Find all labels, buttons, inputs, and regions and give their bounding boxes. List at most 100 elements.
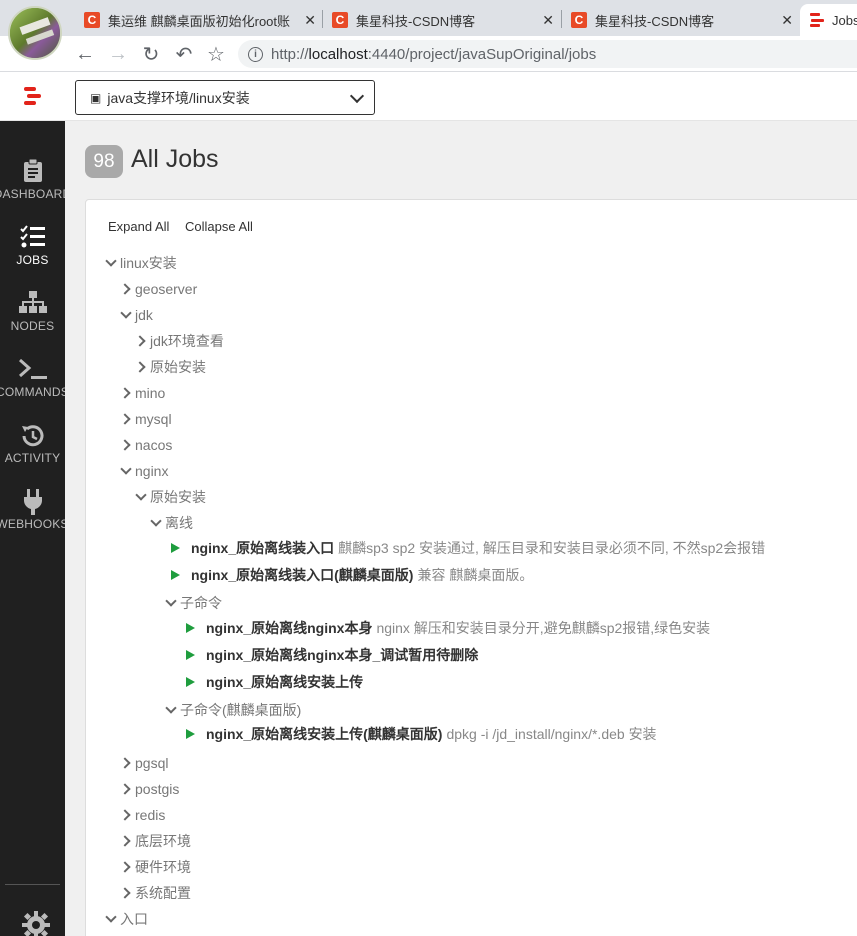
reload-icon[interactable]: ↻ — [139, 42, 163, 66]
back-arrow-icon[interactable]: ← — [73, 42, 97, 66]
job-name-link[interactable]: nginx_原始离线装入口(麒麟桌面版) — [191, 565, 413, 585]
browser-tab[interactable]: C 集星科技-CSDN博客 ✕ — [322, 4, 562, 36]
forward-arrow-icon[interactable]: → — [106, 42, 130, 66]
job-row[interactable]: nginx_原始离线装入口(麒麟桌面版) 兼容 麒麟桌面版。 — [169, 565, 533, 585]
job-group-label[interactable]: linux安装 — [120, 253, 177, 273]
job-group-row[interactable]: 原始安装 — [134, 487, 206, 507]
job-group-label[interactable]: jdk — [135, 307, 153, 323]
job-group-label[interactable]: 子命令 — [180, 593, 222, 613]
sidebar-item-nodes[interactable]: NODES — [0, 291, 65, 357]
job-group-label[interactable]: mysql — [135, 411, 172, 427]
chevron-down-icon[interactable] — [119, 308, 133, 322]
job-group-label[interactable]: nacos — [135, 437, 172, 453]
job-name-link[interactable]: nginx_原始离线安装上传(麒麟桌面版) — [206, 724, 442, 744]
rundeck-logo-icon[interactable] — [22, 85, 44, 107]
chevron-down-icon[interactable] — [149, 516, 163, 530]
job-group-row[interactable]: 原始安装 — [134, 357, 206, 377]
chevron-right-icon[interactable] — [119, 756, 133, 770]
job-row[interactable]: nginx_原始离线安装上传 — [184, 672, 367, 692]
browser-tab-active[interactable]: Jobs — [800, 4, 857, 36]
chevron-right-icon[interactable] — [119, 412, 133, 426]
job-group-label[interactable]: mino — [135, 385, 165, 401]
run-job-play-icon[interactable] — [186, 729, 195, 739]
job-group-row[interactable]: jdk — [119, 305, 153, 325]
job-name-link[interactable]: nginx_原始离线安装上传 — [206, 672, 363, 692]
chevron-right-icon[interactable] — [119, 886, 133, 900]
undo-icon[interactable]: ↶ — [172, 42, 196, 66]
job-group-label[interactable]: nginx — [135, 463, 168, 479]
job-row[interactable]: nginx_原始离线安装上传(麒麟桌面版) dpkg -i /jd_install… — [184, 724, 657, 744]
browser-tab[interactable]: C 集星科技-CSDN博客 ✕ — [561, 4, 801, 36]
chevron-right-icon[interactable] — [119, 282, 133, 296]
chevron-down-icon[interactable] — [104, 256, 118, 270]
gear-icon[interactable] — [20, 909, 52, 936]
job-group-label[interactable]: 系统配置 — [135, 883, 191, 903]
chevron-down-icon[interactable] — [164, 596, 178, 610]
run-job-play-icon[interactable] — [186, 677, 195, 687]
sidebar-item-webhooks[interactable]: WEBHOOKS — [0, 489, 65, 555]
job-group-row[interactable]: pgsql — [119, 753, 168, 773]
job-group-label[interactable]: postgis — [135, 781, 179, 797]
job-group-row[interactable]: redis — [119, 805, 165, 825]
browser-tab[interactable]: C 集运维 麒麟桌面版初始化root账 ✕ — [84, 4, 324, 36]
sidebar-item-activity[interactable]: ACTIVITY — [0, 423, 65, 489]
chevron-right-icon[interactable] — [119, 860, 133, 874]
chevron-right-icon[interactable] — [119, 386, 133, 400]
chevron-down-icon[interactable] — [134, 490, 148, 504]
job-group-label[interactable]: jdk环境查看 — [150, 331, 224, 351]
job-group-row[interactable]: jdk环境查看 — [134, 331, 224, 351]
job-group-row[interactable]: mysql — [119, 409, 172, 429]
job-group-row[interactable]: linux安装 — [104, 253, 177, 273]
chevron-down-icon[interactable] — [104, 912, 118, 926]
job-row[interactable]: nginx_原始离线nginx本身 nginx 解压和安装目录分开,避免麒麟sp2… — [184, 618, 710, 638]
run-job-play-icon[interactable] — [171, 543, 180, 553]
job-group-label[interactable]: redis — [135, 807, 165, 823]
run-job-play-icon[interactable] — [186, 650, 195, 660]
job-group-label[interactable]: 底层环境 — [135, 831, 191, 851]
run-job-play-icon[interactable] — [171, 570, 180, 580]
chevron-right-icon[interactable] — [119, 834, 133, 848]
job-group-label[interactable]: pgsql — [135, 755, 168, 771]
job-group-label[interactable]: 硬件环境 — [135, 857, 191, 877]
project-selector[interactable]: ▣ java支撑环境/linux安装 — [75, 80, 375, 115]
sidebar-item-dashboard[interactable]: DASHBOARD — [0, 158, 65, 225]
profile-avatar[interactable] — [8, 6, 62, 60]
expand-all-link[interactable]: Expand All — [108, 219, 169, 234]
info-icon[interactable]: i — [248, 46, 263, 62]
chevron-right-icon[interactable] — [119, 782, 133, 796]
url-input[interactable]: i http://localhost:4440/project/javaSupO… — [238, 40, 857, 68]
job-group-row[interactable]: mino — [119, 383, 165, 403]
close-tab-icon[interactable]: ✕ — [304, 12, 316, 29]
job-row[interactable]: nginx_原始离线nginx本身_调试暂用待删除 — [184, 645, 482, 665]
job-group-row[interactable]: 硬件环境 — [119, 857, 191, 877]
job-group-row[interactable]: postgis — [119, 779, 179, 799]
job-group-label[interactable]: 离线 — [165, 513, 193, 533]
job-group-label[interactable]: 原始安装 — [150, 487, 206, 507]
job-group-row[interactable]: 子命令(麒麟桌面版) — [164, 700, 301, 720]
run-job-play-icon[interactable] — [186, 623, 195, 633]
job-group-row[interactable]: nginx — [119, 461, 168, 481]
job-group-label[interactable]: 子命令(麒麟桌面版) — [180, 700, 301, 720]
job-group-label[interactable]: 原始安装 — [150, 357, 206, 377]
sidebar-item-commands[interactable]: COMMANDS — [0, 357, 65, 423]
bookmark-star-icon[interactable]: ☆ — [204, 42, 228, 66]
sidebar-item-jobs[interactable]: JOBS — [0, 225, 65, 291]
chevron-down-icon[interactable] — [119, 464, 133, 478]
chevron-down-icon[interactable] — [164, 703, 178, 717]
job-row[interactable]: nginx_原始离线装入口 麒麟sp3 sp2 安装通过, 解压目录和安装目录必须… — [169, 538, 765, 558]
close-tab-icon[interactable]: ✕ — [781, 12, 793, 29]
job-name-link[interactable]: nginx_原始离线装入口 — [191, 538, 334, 558]
collapse-all-link[interactable]: Collapse All — [185, 219, 253, 234]
job-group-row[interactable]: 离线 — [149, 513, 193, 533]
chevron-right-icon[interactable] — [134, 360, 148, 374]
job-group-row[interactable]: 底层环境 — [119, 831, 191, 851]
job-group-label[interactable]: geoserver — [135, 281, 197, 297]
job-group-row[interactable]: 入口 — [104, 909, 148, 929]
job-name-link[interactable]: nginx_原始离线nginx本身 — [206, 618, 372, 638]
job-group-label[interactable]: 入口 — [120, 909, 148, 929]
job-group-row[interactable]: 系统配置 — [119, 883, 191, 903]
close-tab-icon[interactable]: ✕ — [542, 12, 554, 29]
chevron-right-icon[interactable] — [119, 808, 133, 822]
job-group-row[interactable]: 子命令 — [164, 593, 222, 613]
job-name-link[interactable]: nginx_原始离线nginx本身_调试暂用待删除 — [206, 645, 478, 665]
